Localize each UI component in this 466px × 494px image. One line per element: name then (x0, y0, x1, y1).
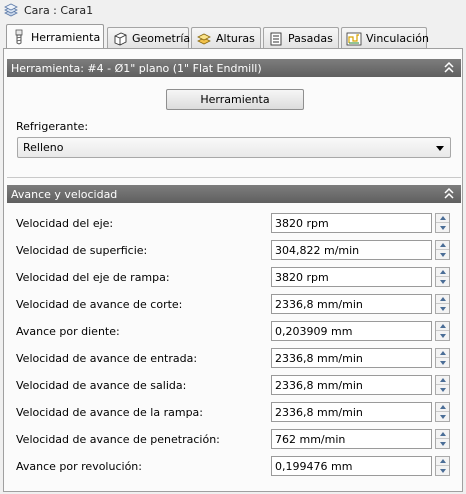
surface-speed-row: Velocidad de superficie: 304,822 m/min (4, 239, 462, 261)
field-label: Velocidad del eje: (16, 217, 114, 230)
tab-label: Herramienta (31, 30, 101, 44)
lead-out-feedrate-input[interactable]: 2336,8 mm/min (271, 375, 432, 395)
plunge-feedrate-row: Velocidad de avance de penetración: 762 … (4, 428, 462, 450)
spinner[interactable] (435, 240, 450, 260)
spin-up-icon[interactable] (436, 241, 449, 250)
tab-label: Pasadas (288, 32, 333, 45)
spin-down-icon[interactable] (436, 385, 449, 394)
spinner[interactable] (435, 213, 450, 233)
spin-up-icon[interactable] (436, 295, 449, 304)
tab-alturas[interactable]: Alturas (191, 27, 261, 49)
spin-up-icon[interactable] (436, 403, 449, 412)
window-titlebar: Cara : Cara1 (0, 0, 466, 20)
feed-per-revolution-input[interactable]: 0,199476 mm (271, 456, 432, 476)
feed-section-title: Avance y velocidad (11, 187, 118, 201)
spinner[interactable] (435, 375, 450, 395)
layers-icon (4, 3, 18, 17)
spinner[interactable] (435, 429, 450, 449)
spinner[interactable] (435, 321, 450, 341)
tab-pasadas[interactable]: Pasadas (263, 27, 339, 49)
chevron-down-icon (436, 146, 444, 151)
coolant-value: Relleno (23, 141, 64, 154)
field-label: Avance por diente: (16, 325, 120, 338)
field-label: Velocidad de avance de corte: (16, 298, 183, 311)
spin-up-icon[interactable] (436, 322, 449, 331)
spinner[interactable] (435, 402, 450, 422)
passes-icon (268, 31, 284, 47)
tab-label: Alturas (216, 32, 255, 45)
spin-up-icon[interactable] (436, 349, 449, 358)
lead-in-feedrate-row: Velocidad de avance de entrada: 2336,8 m… (4, 347, 462, 369)
linking-icon (346, 31, 362, 47)
coolant-label: Refrigerante: (16, 120, 89, 133)
section-divider (7, 177, 461, 178)
spin-down-icon[interactable] (436, 358, 449, 367)
field-label: Avance por revolución: (16, 460, 142, 473)
select-tool-button[interactable]: Herramienta (166, 89, 304, 110)
spinner[interactable] (435, 294, 450, 314)
feed-per-tooth-row: Avance por diente: 0,203909 mm (4, 320, 462, 342)
spindle-speed-input[interactable]: 3820 rpm (271, 213, 432, 233)
field-label: Velocidad de avance de entrada: (16, 352, 198, 365)
spin-up-icon[interactable] (436, 457, 449, 466)
tab-label: Vinculación (366, 32, 429, 45)
ramp-feedrate-input[interactable]: 2336,8 mm/min (271, 402, 432, 422)
spin-down-icon[interactable] (436, 412, 449, 421)
ramp-feedrate-row: Velocidad de avance de la rampa: 2336,8 … (4, 401, 462, 423)
collapse-chevron-icon[interactable] (443, 187, 455, 200)
tab-herramienta[interactable]: Herramienta (6, 24, 104, 49)
spin-down-icon[interactable] (436, 223, 449, 232)
tool-panel: Herramienta: #4 - Ø1" plano (1" Flat End… (3, 48, 463, 492)
spin-down-icon[interactable] (436, 331, 449, 340)
tab-strip: Herramienta Geometría Alturas Pasadas Vi… (6, 24, 429, 49)
tab-label: Geometría (132, 32, 191, 45)
spin-down-icon[interactable] (436, 304, 449, 313)
spinner[interactable] (435, 348, 450, 368)
spindle-speed-row: Velocidad del eje: 3820 rpm (4, 212, 462, 234)
tab-geometria[interactable]: Geometría (107, 27, 191, 49)
spinner[interactable] (435, 267, 450, 287)
spin-down-icon[interactable] (436, 439, 449, 448)
cube-icon (112, 31, 128, 47)
spin-up-icon[interactable] (436, 430, 449, 439)
spin-down-icon[interactable] (436, 250, 449, 259)
field-label: Velocidad de superficie: (16, 244, 148, 257)
window-title: Cara : Cara1 (24, 3, 94, 17)
plunge-feedrate-input[interactable]: 762 mm/min (271, 429, 432, 449)
spin-up-icon[interactable] (436, 376, 449, 385)
cutting-feedrate-row: Velocidad de avance de corte: 2336,8 mm/… (4, 293, 462, 315)
surface-speed-input[interactable]: 304,822 m/min (271, 240, 432, 260)
field-label: Velocidad del eje de rampa: (16, 271, 170, 284)
tool-section-header[interactable]: Herramienta: #4 - Ø1" plano (1" Flat End… (7, 59, 461, 77)
feed-section-header[interactable]: Avance y velocidad (7, 185, 461, 203)
cutting-feedrate-input[interactable]: 2336,8 mm/min (271, 294, 432, 314)
feed-per-revolution-row: Avance por revolución: 0,199476 mm (4, 455, 462, 477)
coolant-select[interactable]: Relleno (17, 137, 451, 158)
tab-vinculacion[interactable]: Vinculación (341, 27, 429, 49)
heights-icon (196, 31, 212, 47)
ramp-spindle-speed-row: Velocidad del eje de rampa: 3820 rpm (4, 266, 462, 288)
collapse-chevron-icon[interactable] (443, 61, 455, 74)
spin-up-icon[interactable] (436, 214, 449, 223)
ramp-spindle-speed-input[interactable]: 3820 rpm (271, 267, 432, 287)
spin-up-icon[interactable] (436, 268, 449, 277)
tool-icon (11, 29, 27, 45)
lead-out-feedrate-row: Velocidad de avance de salida: 2336,8 mm… (4, 374, 462, 396)
spin-down-icon[interactable] (436, 466, 449, 475)
field-label: Velocidad de avance de penetración: (16, 433, 220, 446)
tool-section-title: Herramienta: #4 - Ø1" plano (1" Flat End… (11, 61, 262, 75)
lead-in-feedrate-input[interactable]: 2336,8 mm/min (271, 348, 432, 368)
field-label: Velocidad de avance de salida: (16, 379, 187, 392)
feed-per-tooth-input[interactable]: 0,203909 mm (271, 321, 432, 341)
field-label: Velocidad de avance de la rampa: (16, 406, 203, 419)
spin-down-icon[interactable] (436, 277, 449, 286)
spinner[interactable] (435, 456, 450, 476)
